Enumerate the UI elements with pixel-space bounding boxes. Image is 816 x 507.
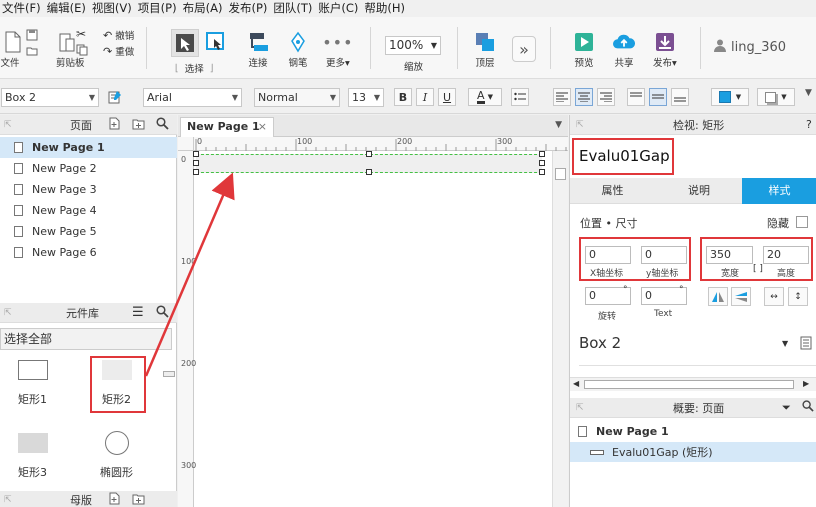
distribute-h-button[interactable]: ↔ <box>764 287 784 306</box>
chevron-right-icon[interactable]: ▶ <box>803 379 809 388</box>
lock-ratio-icon[interactable]: [ ] <box>753 264 763 274</box>
flip-vertical-button[interactable] <box>731 287 751 306</box>
tab-properties[interactable]: 属性 <box>570 178 655 204</box>
shape-name-area: Evalu01Gap <box>571 137 816 177</box>
text-label: Text <box>654 309 673 319</box>
hide-label: 隐藏 <box>767 217 789 230</box>
outline-page-item[interactable]: New Page 1 <box>570 421 816 441</box>
inspector-header: ⇱ 检视: 矩形 ? <box>570 115 816 135</box>
divider <box>579 365 816 366</box>
rectangle-icon <box>590 449 604 455</box>
y-coordinate-input[interactable]: 0 <box>641 246 687 264</box>
position-size-heading: 位置 • 尺寸 <box>580 217 638 230</box>
style-edit-icon[interactable] <box>800 336 812 353</box>
distribute-v-button[interactable]: ↕ <box>788 287 808 306</box>
help-icon[interactable]: ? <box>806 118 812 131</box>
outline-header: ⇱ 概要: 页面 ⏷ <box>570 398 816 418</box>
search-icon[interactable] <box>802 400 814 415</box>
chevron-left-icon[interactable]: ◀ <box>573 379 579 388</box>
flip-horizontal-button[interactable] <box>708 287 728 306</box>
height-input[interactable]: 20 <box>763 246 809 264</box>
page-icon <box>578 425 587 437</box>
filter-icon[interactable]: ⏷ <box>782 401 791 415</box>
outline-shape-item[interactable]: Evalu01Gap (矩形) <box>570 442 816 462</box>
style-name[interactable]: Box 2 <box>579 334 621 352</box>
height-label: 高度 <box>777 269 796 279</box>
tab-notes[interactable]: 说明 <box>656 178 742 204</box>
collapse-icon[interactable]: ⇱ <box>576 403 584 413</box>
flip-horizontal-icon <box>712 291 724 302</box>
inspector-h-scrollbar[interactable]: ◀ ▶ <box>570 377 816 391</box>
degree-symbol: ° <box>679 285 684 295</box>
inspector-panel: ⇱ 检视: 矩形 ? Evalu01Gap 属性 说明 样式 位置 • 尺寸 隐… <box>569 115 816 507</box>
inspector-tabs: 属性 说明 样式 <box>570 178 816 204</box>
y-label: y轴坐标 <box>646 269 679 279</box>
collapse-icon[interactable]: ⇱ <box>576 120 584 130</box>
chevron-down-icon[interactable]: ▼ <box>782 339 788 348</box>
tab-style[interactable]: 样式 <box>742 178 816 204</box>
hide-checkbox[interactable] <box>796 216 808 228</box>
width-label: 宽度 <box>721 269 740 279</box>
rotation-label: 旋转 <box>598 312 617 322</box>
scroll-thumb[interactable] <box>584 380 794 389</box>
shape-name-field[interactable]: Evalu01Gap <box>579 147 670 165</box>
flip-vertical-icon <box>735 291 747 302</box>
width-input[interactable]: 350 <box>706 246 753 264</box>
degree-symbol: ° <box>623 285 628 295</box>
x-coordinate-input[interactable]: 0 <box>585 246 631 264</box>
x-label: X轴坐标 <box>590 269 624 279</box>
